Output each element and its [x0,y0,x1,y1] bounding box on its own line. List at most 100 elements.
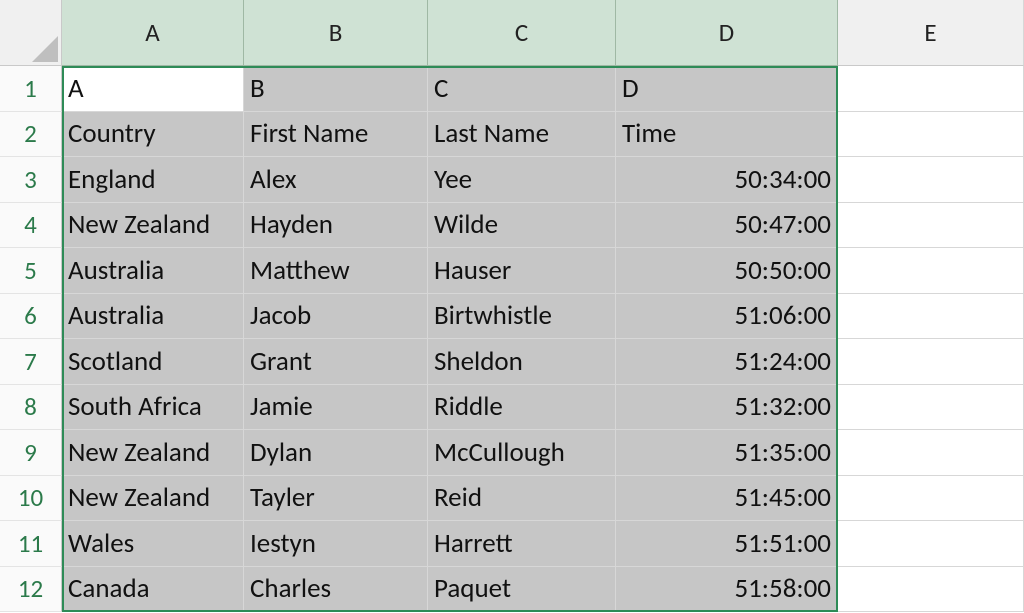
col-header-E[interactable]: E [838,0,1024,66]
cell-E6[interactable] [838,294,1024,340]
cell-E12[interactable] [838,567,1024,613]
cell-value: Last Name [434,117,549,150]
row-header-11[interactable]: 11 [0,521,62,567]
cell-D11[interactable]: 51:51:00 [616,521,838,567]
cell-D9[interactable]: 51:35:00 [616,430,838,476]
cell-E3[interactable] [838,157,1024,203]
cell-D3[interactable]: 50:34:00 [616,157,838,203]
row-header-8[interactable]: 8 [0,385,62,431]
row-header-12[interactable]: 12 [0,567,62,613]
cell-B5[interactable]: Matthew [244,248,428,294]
row-header-5[interactable]: 5 [0,248,62,294]
cell-B10[interactable]: Tayler [244,476,428,522]
cell-A3[interactable]: England [62,157,244,203]
cell-B7[interactable]: Grant [244,339,428,385]
cell-A12[interactable]: Canada [62,567,244,613]
row-header-3[interactable]: 3 [0,157,62,203]
row-header-label: 11 [18,528,43,559]
cell-value: 50:47:00 [734,208,831,241]
cell-E9[interactable] [838,430,1024,476]
cell-D4[interactable]: 50:47:00 [616,203,838,249]
cell-A10[interactable]: New Zealand [62,476,244,522]
cell-D10[interactable]: 51:45:00 [616,476,838,522]
cell-C10[interactable]: Reid [428,476,616,522]
cell-value: New Zealand [68,481,210,514]
cell-B12[interactable]: Charles [244,567,428,613]
cell-value: Birtwhistle [434,299,552,332]
cell-value: Paquet [434,572,511,605]
cell-value: First Name [250,117,368,150]
col-header-label: C [515,17,528,48]
cell-value: A [68,72,84,105]
cell-C8[interactable]: Riddle [428,385,616,431]
cell-A5[interactable]: Australia [62,248,244,294]
select-all-corner[interactable] [0,0,62,66]
cell-C5[interactable]: Hauser [428,248,616,294]
cell-B1[interactable]: B [244,66,428,112]
col-header-D[interactable]: D [616,0,838,66]
cell-A9[interactable]: New Zealand [62,430,244,476]
row-header-1[interactable]: 1 [0,66,62,112]
row-header-6[interactable]: 6 [0,294,62,340]
row-header-label: 4 [24,209,37,240]
cell-E8[interactable] [838,385,1024,431]
col-header-B[interactable]: B [244,0,428,66]
cell-B3[interactable]: Alex [244,157,428,203]
cell-E2[interactable] [838,112,1024,158]
cell-E4[interactable] [838,203,1024,249]
cell-D12[interactable]: 51:58:00 [616,567,838,613]
cell-A2[interactable]: Country [62,112,244,158]
cell-C3[interactable]: Yee [428,157,616,203]
cell-B11[interactable]: Iestyn [244,521,428,567]
cell-E5[interactable] [838,248,1024,294]
cell-C9[interactable]: McCullough [428,430,616,476]
row-header-7[interactable]: 7 [0,339,62,385]
cell-A6[interactable]: Australia [62,294,244,340]
cell-B2[interactable]: First Name [244,112,428,158]
row-header-10[interactable]: 10 [0,476,62,522]
cell-E1[interactable] [838,66,1024,112]
row-header-label: 6 [24,300,37,331]
cell-C4[interactable]: Wilde [428,203,616,249]
cell-B4[interactable]: Hayden [244,203,428,249]
cell-A1[interactable]: A [62,66,244,112]
row-header-label: 5 [24,255,37,286]
cell-D7[interactable]: 51:24:00 [616,339,838,385]
cell-value: Riddle [434,390,503,423]
cell-C1[interactable]: C [428,66,616,112]
row-header-9[interactable]: 9 [0,430,62,476]
row-header-4[interactable]: 4 [0,203,62,249]
cell-A11[interactable]: Wales [62,521,244,567]
cell-B9[interactable]: Dylan [244,430,428,476]
cell-D5[interactable]: 50:50:00 [616,248,838,294]
row-header-label: 8 [24,391,37,422]
col-header-A[interactable]: A [62,0,244,66]
cell-E10[interactable] [838,476,1024,522]
cell-B6[interactable]: Jacob [244,294,428,340]
cell-C2[interactable]: Last Name [428,112,616,158]
cell-A8[interactable]: South Africa [62,385,244,431]
col-header-label: B [329,17,343,48]
cell-D2[interactable]: Time [616,112,838,158]
cell-E11[interactable] [838,521,1024,567]
cell-C7[interactable]: Sheldon [428,339,616,385]
col-header-C[interactable]: C [428,0,616,66]
cell-value: Alex [250,163,297,196]
cell-C6[interactable]: Birtwhistle [428,294,616,340]
row-header-label: 3 [24,164,37,195]
spreadsheet-grid[interactable]: A B C D E 1 A B C D 2 Country First Name… [0,0,1024,612]
cell-A7[interactable]: Scotland [62,339,244,385]
cell-D8[interactable]: 51:32:00 [616,385,838,431]
row-header-2[interactable]: 2 [0,112,62,158]
cell-value: 51:35:00 [734,436,831,469]
cell-C12[interactable]: Paquet [428,567,616,613]
cell-value: Country [68,117,156,150]
cell-value: Scotland [68,345,162,378]
cell-value: Reid [434,481,482,514]
cell-B8[interactable]: Jamie [244,385,428,431]
cell-E7[interactable] [838,339,1024,385]
cell-A4[interactable]: New Zealand [62,203,244,249]
cell-D6[interactable]: 51:06:00 [616,294,838,340]
cell-D1[interactable]: D [616,66,838,112]
cell-C11[interactable]: Harrett [428,521,616,567]
